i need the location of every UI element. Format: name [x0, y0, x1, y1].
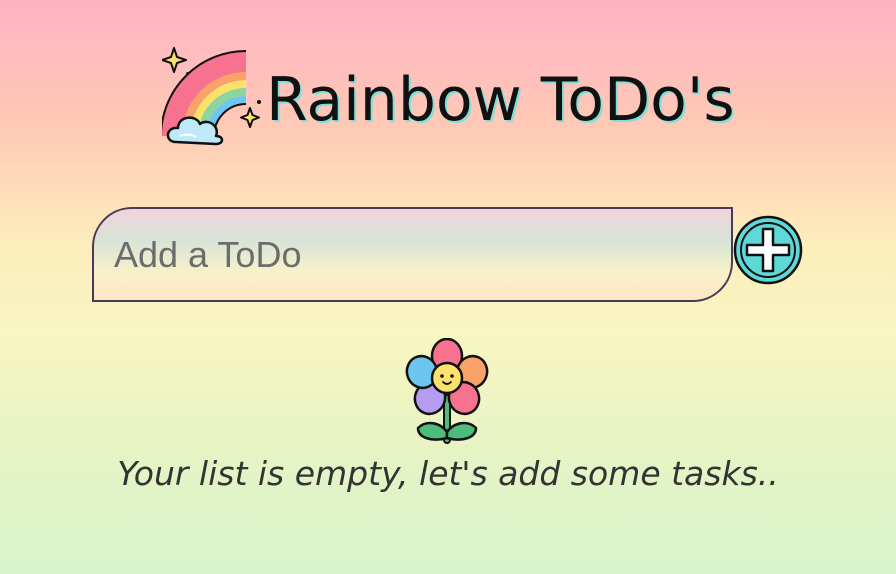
add-button[interactable]: [733, 215, 803, 285]
app-title: Rainbow ToDo's: [266, 65, 735, 135]
plus-circle-icon: [733, 215, 803, 288]
empty-state: Your list is empty, let's add some tasks…: [0, 337, 896, 508]
add-todo-form: [92, 207, 812, 303]
todo-input[interactable]: [92, 207, 733, 302]
flower-icon: [402, 337, 492, 444]
header: Rainbow ToDo's: [160, 44, 762, 154]
rainbow-logo-icon: [160, 44, 266, 148]
empty-message: Your list is empty, let's add some tasks…: [117, 454, 779, 493]
